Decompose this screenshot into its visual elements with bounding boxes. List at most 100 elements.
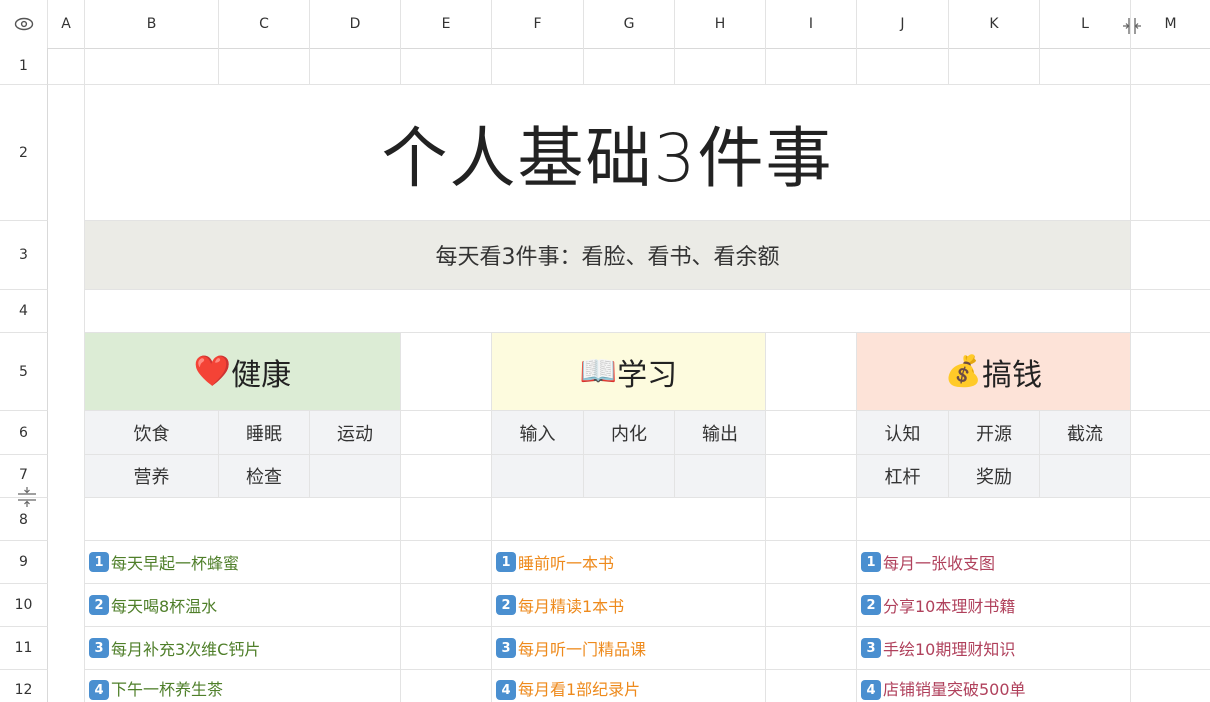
cell-m11[interactable] — [1131, 627, 1210, 670]
row-header-5[interactable]: 5 — [0, 333, 48, 411]
row-header-10[interactable]: 10 — [0, 584, 48, 627]
money-sub-income[interactable]: 开源 — [949, 411, 1040, 455]
row-header-3[interactable]: 3 — [0, 221, 48, 290]
column-header-b[interactable]: B — [85, 0, 219, 48]
row-header-6[interactable]: 6 — [0, 411, 48, 455]
cell-m5[interactable] — [1131, 333, 1210, 411]
row-header-12[interactable]: 12 — [0, 670, 48, 702]
cell-b1[interactable] — [85, 48, 219, 85]
cell-h7[interactable] — [675, 455, 766, 498]
column-header-i[interactable]: I — [766, 0, 857, 48]
section-study-header[interactable]: 📖 学习 — [492, 333, 766, 411]
list-item-study-2[interactable]: 2 每月精读1本书 — [492, 584, 766, 627]
cell-m4[interactable] — [1131, 290, 1210, 333]
column-header-c[interactable]: C — [219, 0, 310, 48]
section-money-header[interactable]: 💰 搞钱 — [857, 333, 1131, 411]
cell-g1[interactable] — [584, 48, 675, 85]
cell-e12[interactable] — [401, 670, 492, 702]
list-item-study-1[interactable]: 1 睡前听一本书 — [492, 541, 766, 584]
cell-m8[interactable] — [1131, 498, 1210, 541]
cell-g7[interactable] — [584, 455, 675, 498]
cell-j1[interactable] — [857, 48, 949, 85]
cell-i9[interactable] — [766, 541, 857, 584]
cell-m1[interactable] — [1131, 48, 1210, 85]
cell-row4[interactable] — [85, 290, 1131, 333]
column-a-cells[interactable] — [48, 85, 85, 702]
cell-j8[interactable] — [857, 498, 1131, 541]
list-item-study-3[interactable]: 3 每月听一门精品课 — [492, 627, 766, 670]
list-item-money-4[interactable]: 4 店铺销量突破500单 — [857, 670, 1131, 702]
cell-l1[interactable] — [1040, 48, 1131, 85]
column-header-l[interactable]: L — [1040, 0, 1131, 48]
column-header-j[interactable]: J — [857, 0, 949, 48]
cell-i10[interactable] — [766, 584, 857, 627]
row-header-2[interactable]: 2 — [0, 85, 48, 221]
cell-k1[interactable] — [949, 48, 1040, 85]
eye-icon[interactable] — [0, 0, 48, 48]
cell-i12[interactable] — [766, 670, 857, 702]
column-header-d[interactable]: D — [310, 0, 401, 48]
column-header-f[interactable]: F — [492, 0, 584, 48]
cell-i7[interactable] — [766, 455, 857, 498]
cell-a1[interactable] — [48, 48, 85, 85]
column-header-e[interactable]: E — [401, 0, 492, 48]
cell-i11[interactable] — [766, 627, 857, 670]
study-sub-input[interactable]: 输入 — [492, 411, 584, 455]
cell-h1[interactable] — [675, 48, 766, 85]
study-sub-internalize[interactable]: 内化 — [584, 411, 675, 455]
cell-e11[interactable] — [401, 627, 492, 670]
row-header-4[interactable]: 4 — [0, 290, 48, 333]
cell-m7[interactable] — [1131, 455, 1210, 498]
money-sub-reward[interactable]: 奖励 — [949, 455, 1040, 498]
money-sub-cognition[interactable]: 认知 — [857, 411, 949, 455]
study-sub-output[interactable]: 输出 — [675, 411, 766, 455]
cell-m10[interactable] — [1131, 584, 1210, 627]
list-item-study-4[interactable]: 4 每月看1部纪录片 — [492, 670, 766, 702]
title-cell[interactable]: 个人基础3件事 — [85, 85, 1131, 221]
health-sub-sleep[interactable]: 睡眠 — [219, 411, 310, 455]
column-header-m[interactable]: M — [1131, 0, 1210, 48]
cell-e9[interactable] — [401, 541, 492, 584]
cell-m3[interactable] — [1131, 221, 1210, 290]
cell-m9[interactable] — [1131, 541, 1210, 584]
cell-e6[interactable] — [401, 411, 492, 455]
list-item-health-1[interactable]: 1 每天早起一杯蜂蜜 — [85, 541, 401, 584]
cell-e1[interactable] — [401, 48, 492, 85]
cell-m2[interactable] — [1131, 85, 1210, 221]
cell-c1[interactable] — [219, 48, 310, 85]
row-header-11[interactable]: 11 — [0, 627, 48, 670]
row-resize-icon[interactable] — [16, 486, 38, 512]
cell-i8[interactable] — [766, 498, 857, 541]
cell-e10[interactable] — [401, 584, 492, 627]
cell-i1[interactable] — [766, 48, 857, 85]
health-sub-nutrition[interactable]: 营养 — [85, 455, 219, 498]
column-resize-icon[interactable] — [1122, 16, 1142, 40]
list-item-money-1[interactable]: 1 每月一张收支图 — [857, 541, 1131, 584]
cell-f8[interactable] — [492, 498, 766, 541]
health-sub-checkup[interactable]: 检查 — [219, 455, 310, 498]
cell-d1[interactable] — [310, 48, 401, 85]
row-header-1[interactable]: 1 — [0, 48, 48, 85]
list-item-health-2[interactable]: 2 每天喝8杯温水 — [85, 584, 401, 627]
list-item-money-2[interactable]: 2 分享10本理财书籍 — [857, 584, 1131, 627]
column-header-g[interactable]: G — [584, 0, 675, 48]
section-health-header[interactable]: ❤️ 健康 — [85, 333, 401, 411]
subtitle-cell[interactable]: 每天看3件事：看脸、看书、看余额 — [85, 221, 1131, 290]
cell-i5[interactable] — [766, 333, 857, 411]
cell-m6[interactable] — [1131, 411, 1210, 455]
cell-i6[interactable] — [766, 411, 857, 455]
health-sub-diet[interactable]: 饮食 — [85, 411, 219, 455]
cell-m12[interactable] — [1131, 670, 1210, 702]
cell-f1[interactable] — [492, 48, 584, 85]
health-sub-exercise[interactable]: 运动 — [310, 411, 401, 455]
cell-f7[interactable] — [492, 455, 584, 498]
row-header-9[interactable]: 9 — [0, 541, 48, 584]
cell-b8[interactable] — [85, 498, 401, 541]
cell-d7[interactable] — [310, 455, 401, 498]
column-header-h[interactable]: H — [675, 0, 766, 48]
money-sub-leverage[interactable]: 杠杆 — [857, 455, 949, 498]
column-header-k[interactable]: K — [949, 0, 1040, 48]
column-header-a[interactable]: A — [48, 0, 85, 48]
list-item-health-3[interactable]: 3 每月补充3次维C钙片 — [85, 627, 401, 670]
list-item-health-4[interactable]: 4 下午一杯养生茶 — [85, 670, 401, 702]
